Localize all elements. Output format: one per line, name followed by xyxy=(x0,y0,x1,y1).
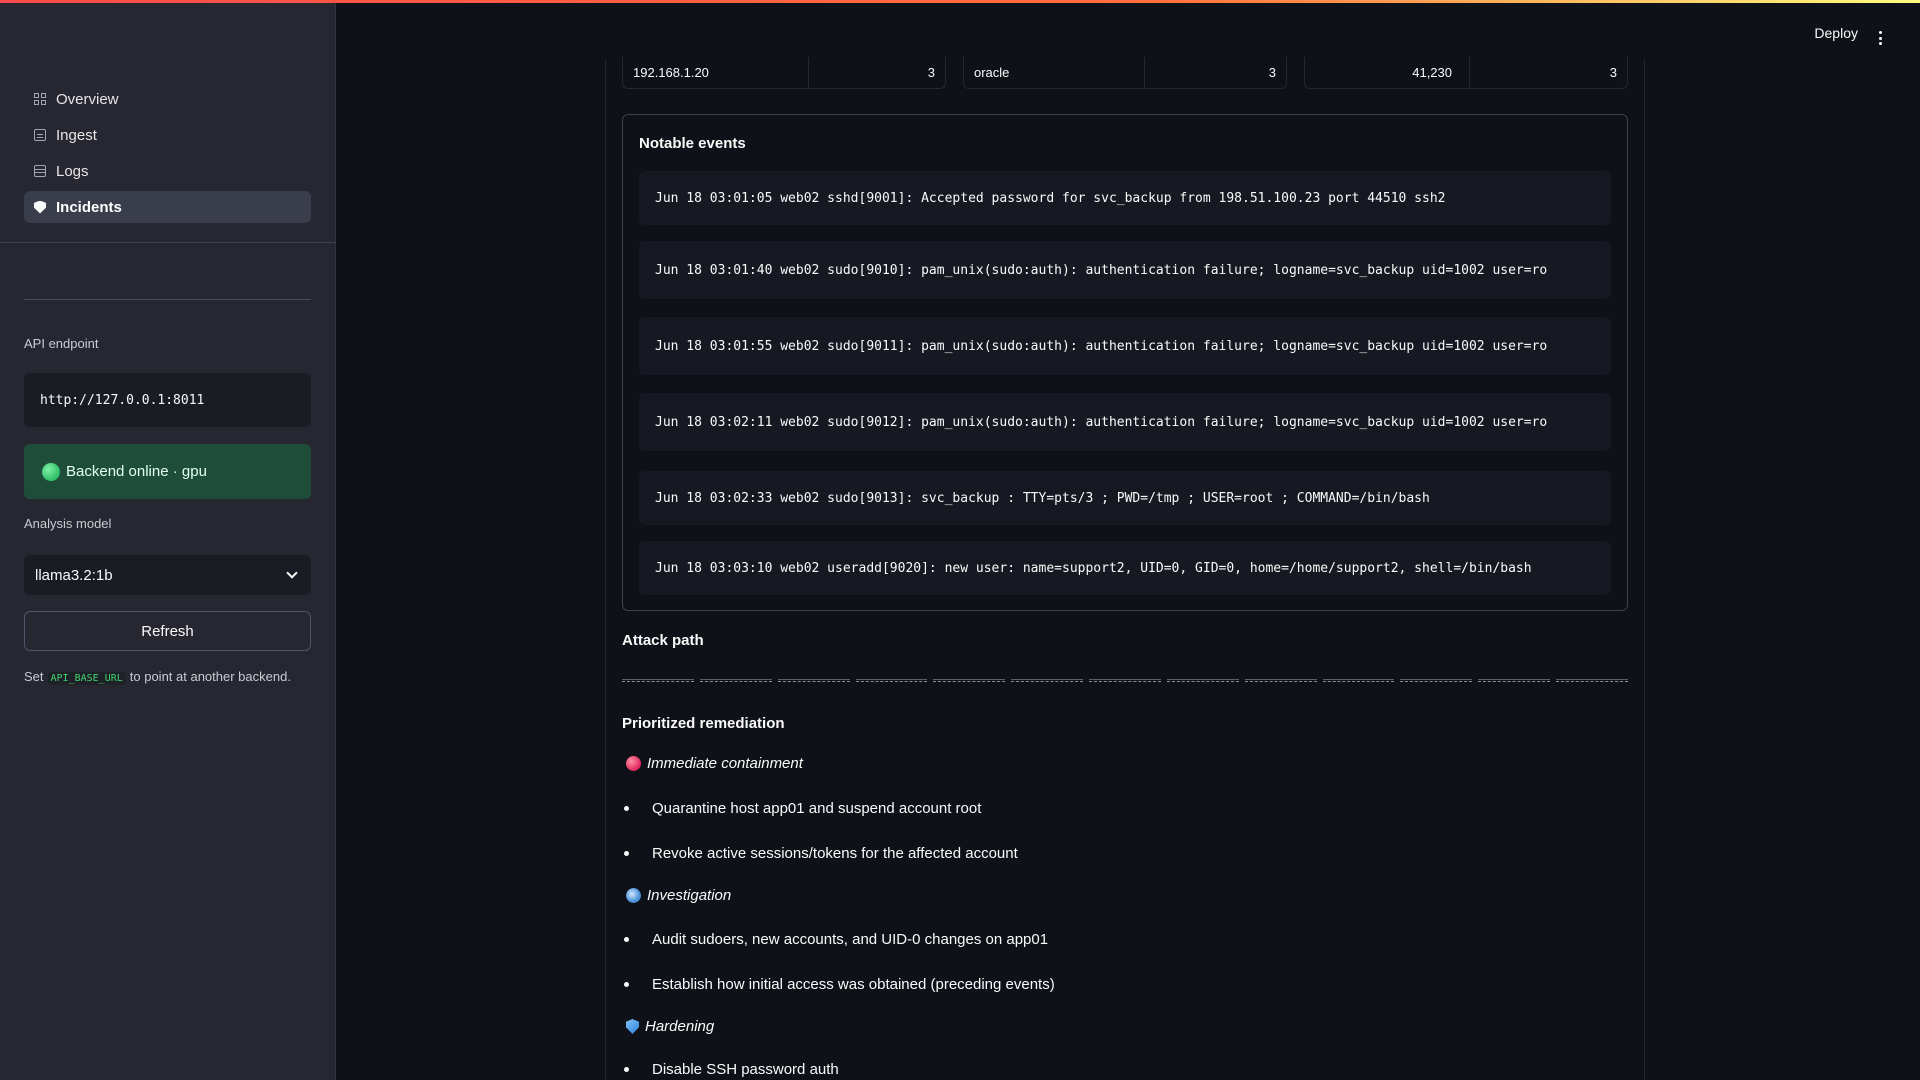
group-heading-text: Immediate containment xyxy=(647,755,803,772)
log-line: Jun 18 03:01:40 web02 sudo[9010]: pam_un… xyxy=(639,241,1611,299)
sidebar-item-overview[interactable]: Overview xyxy=(24,83,311,115)
stat-card: 41,230 3 xyxy=(1304,57,1628,89)
notable-events-panel: Notable events Jun 18 03:01:05 web02 ssh… xyxy=(622,114,1628,611)
group-heading-text: Hardening xyxy=(645,1018,715,1035)
stat-divider xyxy=(808,57,809,89)
list-item: Disable SSH password auth xyxy=(624,1061,839,1078)
analysis-model-label: Analysis model xyxy=(24,516,112,531)
sidebar-item-logs[interactable]: Logs xyxy=(24,155,311,187)
chevron-down-icon xyxy=(286,567,298,579)
attack-path-title: Attack path xyxy=(622,632,704,649)
hint-prefix: Set xyxy=(24,669,44,684)
main-menu-icon[interactable] xyxy=(1872,27,1888,49)
sidebar-item-incidents[interactable]: Incidents xyxy=(24,191,311,223)
analysis-model-value: llama3.2:1b xyxy=(35,566,113,584)
sidebar-item-label: Logs xyxy=(56,162,89,180)
list-item: Revoke active sessions/tokens for the af… xyxy=(624,845,1018,862)
stat-value: 3 xyxy=(927,65,935,80)
red-circle-icon xyxy=(626,756,641,771)
analysis-model-select[interactable]: llama3.2:1b xyxy=(24,555,311,595)
backend-status-text: Backend online · gpu xyxy=(66,463,207,480)
green-circle-icon xyxy=(42,462,60,481)
shield-blue-icon xyxy=(626,1019,639,1034)
sidebar-item-label: Ingest xyxy=(56,126,97,144)
sidebar-divider xyxy=(0,242,336,243)
sidebar-item-ingest[interactable]: Ingest xyxy=(24,119,311,151)
group-heading-text: Investigation xyxy=(647,887,732,904)
stat-label: oracle xyxy=(974,65,1010,80)
stat-label: 41,230 xyxy=(1412,65,1452,80)
sidebar-nav: Overview Ingest Logs Incidents xyxy=(24,83,311,227)
table-icon xyxy=(34,165,46,177)
stat-label: 192.168.1.20 xyxy=(633,65,709,80)
magnifier-icon xyxy=(626,888,641,903)
refresh-button[interactable]: Refresh xyxy=(24,611,311,651)
backend-status-badge: Backend online · gpu xyxy=(24,444,311,499)
summary-stats-row: 192.168.1.20 3 oracle 3 41,230 3 xyxy=(622,57,1642,89)
notable-events-title: Notable events xyxy=(639,135,746,152)
remediation-group-heading: Investigation xyxy=(626,887,731,904)
deploy-button[interactable]: Deploy xyxy=(1814,25,1858,41)
remediation-title: Prioritized remediation xyxy=(622,715,785,732)
stat-divider xyxy=(1144,57,1145,89)
sidebar-item-label: Incidents xyxy=(56,198,122,216)
api-base-url-hint: Set API_BASE_URL to point at another backe… xyxy=(24,669,291,685)
log-line: Jun 18 03:01:05 web02 sshd[9001]: Accept… xyxy=(639,171,1611,225)
stat-divider xyxy=(1469,57,1470,89)
hint-suffix: to point at another backend. xyxy=(129,669,291,684)
list-item: Quarantine host app01 and suspend accoun… xyxy=(624,800,981,817)
log-line: Jun 18 03:01:55 web02 sudo[9011]: pam_un… xyxy=(639,317,1611,375)
hint-code: API_BASE_URL xyxy=(47,672,126,685)
attack-path-diagram xyxy=(622,675,1628,685)
log-line: Jun 18 03:03:10 web02 useradd[9020]: new… xyxy=(639,541,1611,595)
remediation-group-heading: Immediate containment xyxy=(626,755,803,772)
stat-card: oracle 3 xyxy=(963,57,1287,89)
stat-value: 3 xyxy=(1268,65,1276,80)
api-endpoint-label: API endpoint xyxy=(24,336,99,351)
api-endpoint-input[interactable]: http://127.0.0.1:8011 xyxy=(24,373,311,427)
sidebar-divider xyxy=(24,299,311,300)
stat-value: 3 xyxy=(1609,65,1617,80)
sidebar-item-label: Overview xyxy=(56,90,119,108)
shield-icon xyxy=(34,200,46,214)
document-icon xyxy=(34,129,46,141)
list-item: Audit sudoers, new accounts, and UID-0 c… xyxy=(624,931,1048,948)
stat-card: 192.168.1.20 3 xyxy=(622,57,946,89)
api-endpoint-value: http://127.0.0.1:8011 xyxy=(40,392,205,408)
list-item: Establish how initial access was obtaine… xyxy=(624,976,1055,993)
log-line: Jun 18 03:02:33 web02 sudo[9013]: svc_ba… xyxy=(639,471,1611,525)
grid-icon xyxy=(34,93,46,105)
remediation-group-heading: Hardening xyxy=(626,1018,714,1035)
log-line: Jun 18 03:02:11 web02 sudo[9012]: pam_un… xyxy=(639,393,1611,451)
sidebar: Overview Ingest Logs Incidents API endpo… xyxy=(0,3,336,1080)
